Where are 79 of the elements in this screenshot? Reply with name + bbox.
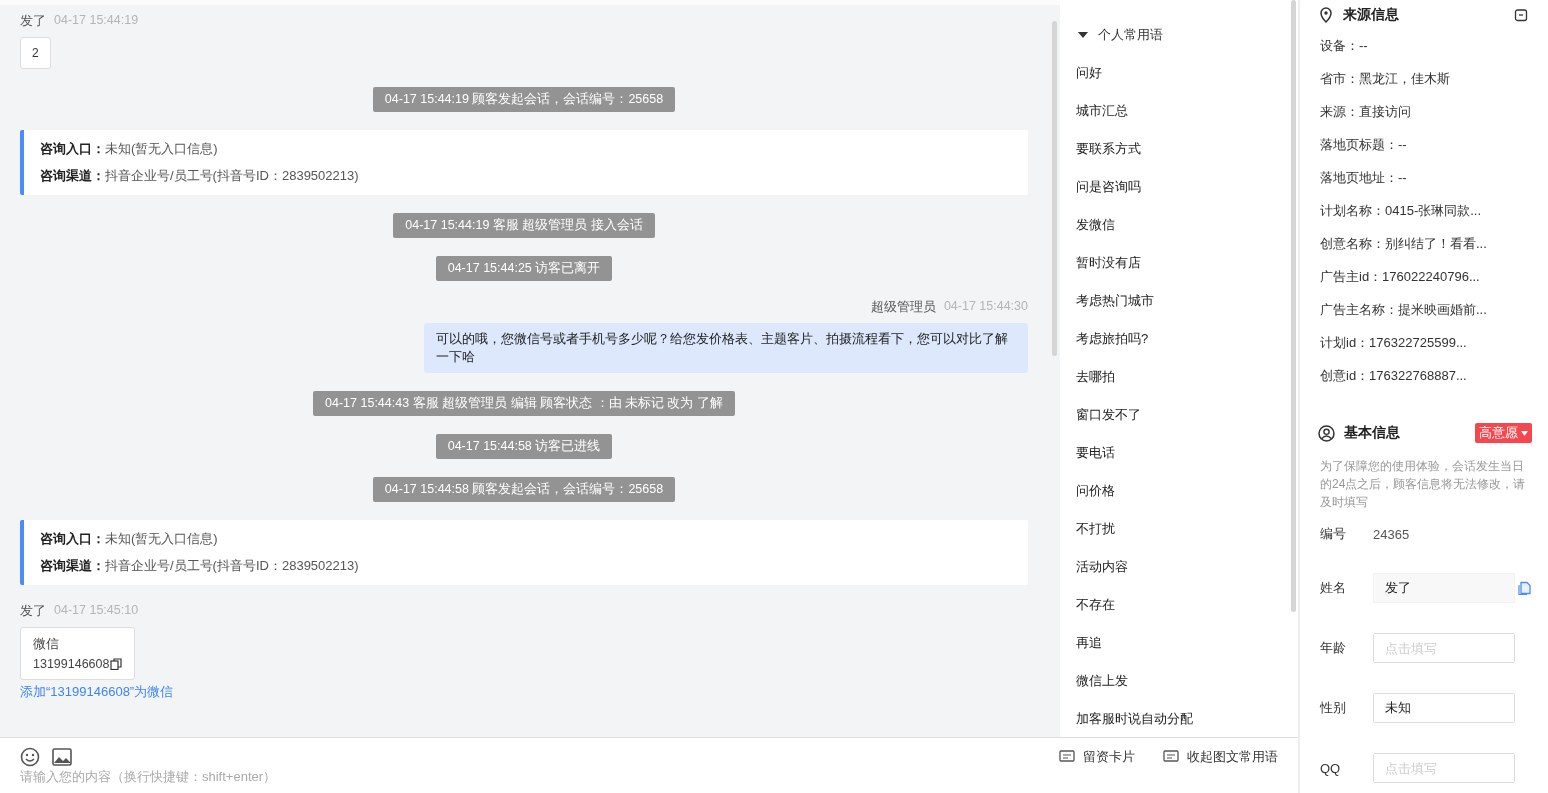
phrase-item[interactable]: 窗口发不了 bbox=[1076, 406, 1141, 424]
message-icon bbox=[1059, 750, 1075, 764]
scrollbar[interactable] bbox=[1291, 0, 1296, 612]
info-value: 未知(暂无入口信息) bbox=[105, 530, 218, 548]
phrase-group-toggle[interactable]: 个人常用语 bbox=[1060, 0, 1163, 44]
source-field: 计划名称：0415-张琳同款... bbox=[1320, 201, 1546, 220]
location-pin-icon bbox=[1318, 7, 1334, 23]
phrase-item[interactable]: 要电话 bbox=[1076, 444, 1115, 462]
system-notice: 04-17 15:44:25 访客已离开 bbox=[435, 256, 613, 281]
source-field: 创意id：176322768887... bbox=[1320, 366, 1546, 385]
field-label: 性别 bbox=[1320, 699, 1347, 717]
info-label: 咨询渠道： bbox=[40, 167, 105, 185]
system-notice: 04-17 15:44:58 访客已进线 bbox=[435, 434, 613, 459]
sender-name: 发了 bbox=[20, 13, 46, 30]
source-field: 省市：黑龙江，佳木斯 bbox=[1320, 69, 1546, 88]
input-field[interactable]: 未知 bbox=[1373, 693, 1515, 723]
phrase-item[interactable]: 问好 bbox=[1076, 64, 1102, 82]
sender-name: 发了 bbox=[20, 603, 46, 620]
message-icon bbox=[1163, 750, 1179, 764]
caret-down-icon bbox=[1078, 31, 1088, 39]
field-label: 编号 bbox=[1320, 525, 1347, 543]
info-value: 抖音企业号/员工号(抖音号ID：2839502213) bbox=[105, 167, 359, 185]
phrase-item[interactable]: 不打扰 bbox=[1076, 520, 1115, 538]
notice-text: 为了保障您的使用体验，会话发生当日的24点之后，顾客信息将无法修改，请及时填写 bbox=[1319, 458, 1527, 511]
section-title: 基本信息 bbox=[1344, 424, 1400, 442]
source-field: 落地页地址：-- bbox=[1320, 168, 1546, 187]
system-notice: 04-17 15:44:19 顾客发起会话，会话编号：25658 bbox=[372, 87, 676, 112]
phrase-item[interactable]: 活动内容 bbox=[1076, 558, 1128, 576]
system-notice: 04-17 15:44:19 客服 超级管理员 接入会话 bbox=[393, 213, 655, 238]
field-label: 姓名 bbox=[1320, 579, 1347, 597]
user-circle-icon bbox=[1318, 424, 1335, 442]
section-title: 来源信息 bbox=[1343, 6, 1399, 24]
phrase-item[interactable]: 去哪拍 bbox=[1076, 368, 1115, 386]
contact-type: 微信 bbox=[33, 636, 60, 653]
system-notice: 04-17 15:44:58 顾客发起会话，会话编号：25658 bbox=[372, 477, 676, 502]
agent-message-bubble: 可以的哦，您微信号或者手机号多少呢？给您发价格表、主题客片、拍摄流程看下，您可以对比了解一下哈 bbox=[424, 323, 1028, 373]
phrase-item[interactable]: 不存在 bbox=[1076, 596, 1115, 614]
system-notice: 04-17 15:44:43 客服 超级管理员 编辑 顾客状态 ：由 未标记 改为 了解 bbox=[313, 391, 735, 416]
source-field: 广告主id：176022240796... bbox=[1320, 267, 1546, 286]
phrase-item[interactable]: 发微信 bbox=[1076, 216, 1115, 234]
source-field: 设备：-- bbox=[1320, 36, 1546, 55]
phrase-item[interactable]: 考虑旅拍吗? bbox=[1076, 330, 1149, 348]
phrase-item[interactable]: 问是咨询吗 bbox=[1076, 178, 1141, 196]
phrase-item[interactable]: 暂时没有店 bbox=[1076, 254, 1141, 272]
field-value: 24365 bbox=[1373, 526, 1410, 542]
contact-number: 13199146608 bbox=[33, 657, 110, 671]
name-field[interactable]: 发了 bbox=[1373, 573, 1515, 603]
source-field: 来源：直接访问 bbox=[1320, 102, 1546, 121]
info-label: 咨询渠道： bbox=[40, 557, 105, 575]
phrase-item[interactable]: 微信上发 bbox=[1076, 672, 1128, 690]
customer-message-bubble: 2 bbox=[20, 37, 51, 69]
toolbar-button[interactable]: 收起图文常用语 bbox=[1163, 748, 1278, 766]
phrase-item[interactable]: 再追 bbox=[1076, 634, 1102, 652]
emoji-icon[interactable] bbox=[20, 747, 40, 767]
image-icon[interactable] bbox=[52, 748, 72, 766]
source-field: 落地页标题：-- bbox=[1320, 135, 1546, 154]
scrollbar[interactable] bbox=[1052, 21, 1057, 356]
phrase-item[interactable]: 考虑热门城市 bbox=[1076, 292, 1154, 310]
field-label: QQ bbox=[1320, 760, 1342, 776]
intent-tag-dropdown[interactable]: 高意愿 bbox=[1475, 423, 1532, 443]
sender-name: 超级管理员 bbox=[870, 299, 936, 316]
phrase-item[interactable]: 要联系方式 bbox=[1076, 140, 1141, 158]
phrase-item[interactable]: 城市汇总 bbox=[1076, 102, 1128, 120]
info-value: 抖音企业号/员工号(抖音号ID：2839502213) bbox=[105, 557, 359, 575]
info-label: 咨询入口： bbox=[40, 530, 105, 548]
info-value: 未知(暂无入口信息) bbox=[105, 140, 218, 158]
source-field: 广告主名称：提米映画婚前... bbox=[1320, 300, 1546, 319]
toolbar-button[interactable]: 留资卡片 bbox=[1059, 748, 1135, 766]
phrase-item[interactable]: 问价格 bbox=[1076, 482, 1115, 500]
phrase-item[interactable]: 加客服时说自动分配 bbox=[1076, 710, 1193, 728]
info-label: 咨询入口： bbox=[40, 140, 105, 158]
message-time: 04-17 15:44:30 bbox=[943, 299, 1028, 315]
message-time: 04-17 15:44:19 bbox=[54, 13, 139, 29]
copy-icon[interactable] bbox=[110, 658, 123, 670]
source-field: 计划id：176322725599... bbox=[1320, 333, 1546, 352]
source-field: 创意名称：别纠结了！看看... bbox=[1320, 234, 1546, 253]
field-label: 年龄 bbox=[1320, 639, 1347, 657]
caret-down-icon bbox=[1521, 430, 1528, 436]
message-time: 04-17 15:45:10 bbox=[54, 603, 139, 619]
